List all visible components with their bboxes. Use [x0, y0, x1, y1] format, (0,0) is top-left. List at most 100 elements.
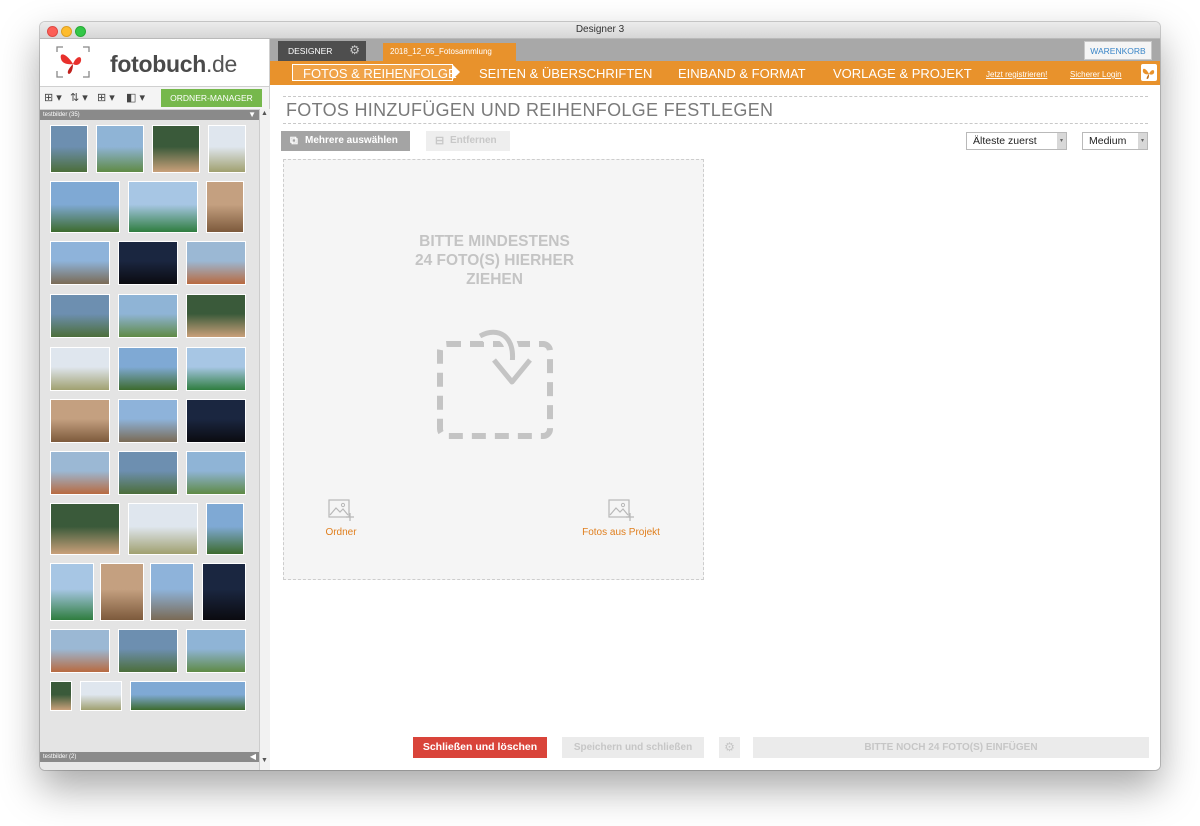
thumbnail-size-select[interactable]: Medium ▾ [1082, 132, 1148, 150]
folder-header-testbilder-35[interactable]: testbilder (35) ▼ [40, 110, 259, 120]
photo-thumbnail[interactable] [50, 451, 110, 495]
chevron-down-icon[interactable]: ▾ [1138, 133, 1147, 149]
sort-order-value: Älteste zuerst [973, 135, 1037, 147]
remove-icon: ⊟ [435, 135, 445, 147]
grid-view-icon[interactable]: ⊞ ▾ [44, 91, 62, 104]
gear-icon: ⚙ [724, 740, 735, 754]
sidebar-toolbar: ⊞ ▾ ⇅ ▾ ⊞ ▾ ◧ ▾ ORDNER-MANAGER [40, 87, 269, 110]
photo-thumbnail[interactable] [150, 563, 194, 621]
drop-instruction-line: 24 FOTO(S) HIERHER [414, 252, 575, 269]
photo-thumbnail[interactable] [50, 503, 120, 555]
photo-thumbnail[interactable] [118, 629, 178, 673]
remove-button[interactable]: ⊟ Entfernen [426, 131, 510, 151]
tab-project[interactable]: 2018_12_05_Fotosammlung [383, 43, 516, 61]
folder-label: testbilder (35) [43, 112, 80, 118]
photo-thumbnail[interactable] [50, 125, 88, 173]
scroll-down-icon[interactable]: ▼ [261, 757, 268, 764]
butterfly-icon[interactable] [1141, 64, 1157, 81]
collapse-triangle-icon[interactable]: ▼ [248, 110, 256, 120]
photo-thumbnail[interactable] [206, 503, 244, 555]
expand-triangle-icon[interactable]: ◀ [250, 752, 256, 762]
save-and-close-button[interactable]: Speichern und schließen [562, 737, 704, 758]
photo-thumbnail[interactable] [50, 629, 110, 673]
photo-thumbnail[interactable] [50, 399, 110, 443]
step-fotos-reihenfolge[interactable]: FOTOS & REIHENFOLGE [303, 66, 457, 81]
drop-instruction-line: BITTE MINDESTENS [419, 233, 570, 250]
tab-designer-label: DESIGNER [288, 46, 333, 56]
ordner-manager-button[interactable]: ORDNER-MANAGER [161, 89, 262, 107]
photo-thumbnail[interactable] [50, 347, 110, 391]
photo-thumbnail[interactable] [118, 294, 178, 338]
scroll-up-icon[interactable]: ▲ [261, 110, 268, 117]
frame-icon[interactable]: ◧ ▾ [126, 91, 145, 104]
photo-thumbnail[interactable] [80, 681, 122, 711]
folder-link[interactable]: Ordner [311, 527, 371, 538]
photo-thumbnail[interactable] [118, 451, 178, 495]
drop-instructions: BITTE MINDESTENS 24 FOTO(S) HIERHER ZIEH… [284, 232, 705, 289]
cart-button[interactable]: WARENKORB [1084, 41, 1152, 60]
remove-label: Entfernen [450, 135, 497, 146]
sort-icon[interactable]: ⇅ ▾ [70, 91, 88, 104]
photo-thumbnail[interactable] [186, 451, 246, 495]
add-image-icon [608, 499, 634, 521]
thumbnail-size-value: Medium [1089, 135, 1127, 147]
photo-thumbnail[interactable] [128, 181, 198, 233]
photo-thumbnail[interactable] [50, 563, 94, 621]
close-and-delete-button[interactable]: Schließen und löschen [413, 737, 547, 758]
step-navigation: FOTOS & REIHENFOLGE SEITEN & ÜBERSCHRIFT… [270, 61, 1160, 85]
photo-thumbnail[interactable] [186, 399, 246, 443]
layout-icon[interactable]: ⊞ ▾ [97, 91, 115, 104]
photo-sidebar: fotobuch.de ⊞ ▾ ⇅ ▾ ⊞ ▾ ◧ ▾ ORDNER-MANAG… [40, 39, 270, 770]
sort-order-select[interactable]: Älteste zuerst ▾ [966, 132, 1067, 150]
page-title: FOTOS HINZUFÜGEN UND REIHENFOLGE FESTLEG… [286, 100, 774, 120]
window-title: Designer 3 [575, 24, 625, 35]
photo-thumbnail[interactable] [186, 241, 246, 285]
photo-thumbnail[interactable] [50, 181, 120, 233]
photo-thumbnail[interactable] [50, 681, 72, 711]
logo-tld: .de [205, 51, 238, 77]
photo-thumbnail[interactable] [152, 125, 200, 173]
photo-thumbnail[interactable] [50, 294, 110, 338]
add-image-icon [328, 499, 354, 521]
photo-thumbnail[interactable] [208, 125, 246, 173]
register-link[interactable]: Jetzt registrieren! [986, 70, 1047, 79]
select-multiple-label: Mehrere auswählen [305, 135, 398, 146]
chevron-down-icon[interactable]: ▾ [1057, 133, 1066, 149]
project-photos-source[interactable]: Fotos aus Projekt [566, 498, 676, 538]
select-multiple-button[interactable]: ⧉ Mehrere auswählen [281, 131, 410, 151]
step-vorlage-projekt[interactable]: VORLAGE & PROJEKT [833, 66, 972, 81]
step-einband-format[interactable]: EINBAND & FORMAT [678, 66, 806, 81]
photo-thumbnail[interactable] [50, 241, 110, 285]
photo-thumbnail[interactable] [130, 681, 246, 711]
photo-thumbnail[interactable] [186, 294, 246, 338]
sidebar-scrollbar[interactable]: ▲ ▼ [259, 109, 270, 770]
gear-icon[interactable]: ⚙ [349, 40, 360, 60]
secure-login-link[interactable]: Sicherer Login [1070, 70, 1122, 79]
thumbnail-grid [40, 120, 260, 760]
photo-thumbnail[interactable] [206, 181, 244, 233]
photo-thumbnail[interactable] [96, 125, 144, 173]
select-multiple-icon: ⧉ [290, 135, 298, 147]
photo-thumbnail[interactable] [118, 241, 178, 285]
main-area: DESIGNER ⚙ 2018_12_05_Fotosammlung WAREN… [270, 39, 1160, 770]
folder-header-testbilder-2[interactable]: testbilder (2) ◀ [40, 752, 259, 762]
step-seiten-ueberschriften[interactable]: SEITEN & ÜBERSCHRIFTEN [479, 66, 652, 81]
photo-thumbnail[interactable] [118, 347, 178, 391]
photo-thumbnail[interactable] [186, 347, 246, 391]
project-photos-link[interactable]: Fotos aus Projekt [566, 527, 676, 538]
butterfly-logo-icon [56, 46, 90, 78]
drop-instruction-line: ZIEHEN [466, 271, 523, 288]
photo-thumbnail[interactable] [118, 399, 178, 443]
tab-designer[interactable]: DESIGNER ⚙ [278, 41, 366, 61]
settings-gear-button[interactable]: ⚙ [719, 737, 740, 758]
brand-logo: fotobuch.de [40, 39, 269, 87]
photo-drop-zone[interactable]: BITTE MINDESTENS 24 FOTO(S) HIERHER ZIEH… [283, 159, 704, 580]
insert-photos-status-button[interactable]: BITTE NOCH 24 FOTO(S) EINFÜGEN [753, 737, 1149, 758]
drop-here-icon [437, 325, 553, 439]
photo-thumbnail[interactable] [128, 503, 198, 555]
top-tab-bar: DESIGNER ⚙ 2018_12_05_Fotosammlung WAREN… [270, 39, 1160, 61]
folder-source[interactable]: Ordner [311, 498, 371, 538]
photo-thumbnail[interactable] [100, 563, 144, 621]
photo-thumbnail[interactable] [202, 563, 246, 621]
photo-thumbnail[interactable] [186, 629, 246, 673]
